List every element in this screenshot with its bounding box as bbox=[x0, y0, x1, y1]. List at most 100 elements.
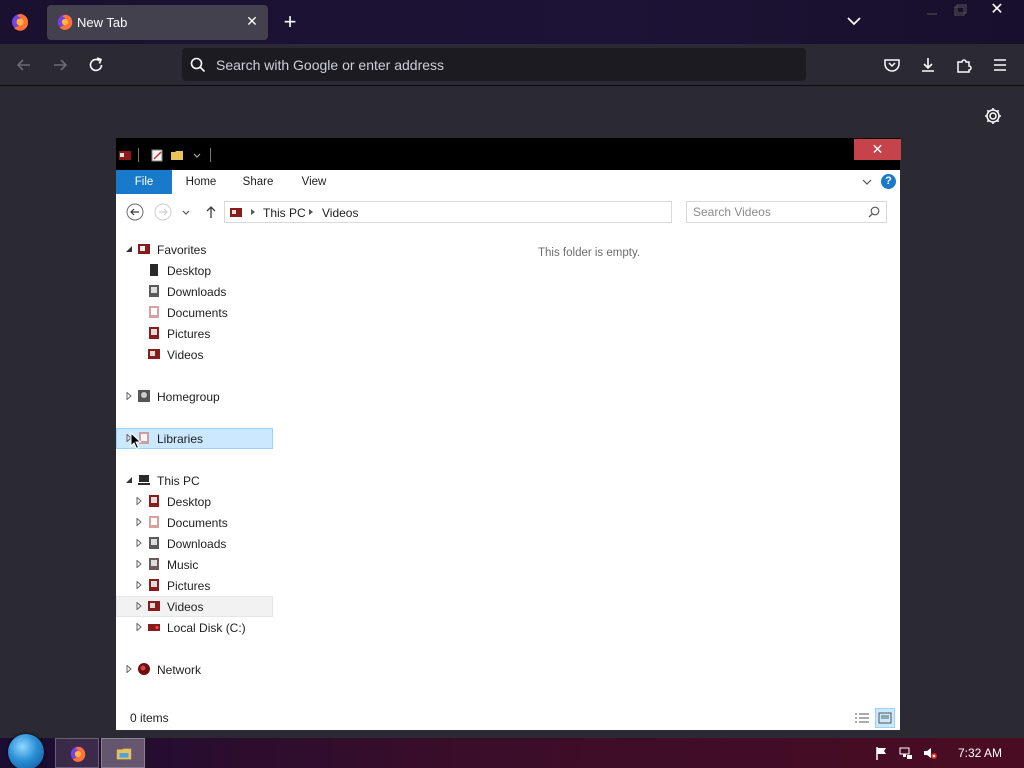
large-icons-view-button[interactable] bbox=[875, 708, 895, 728]
desktop-icon bbox=[150, 264, 158, 276]
tree-item-homegroup[interactable]: Homegroup bbox=[116, 386, 273, 407]
search-icon[interactable] bbox=[868, 206, 880, 218]
explorer-search-input[interactable] bbox=[693, 202, 863, 222]
ribbon-tab-file[interactable]: File bbox=[116, 170, 172, 194]
taskbar-file-explorer-button[interactable] bbox=[101, 738, 145, 768]
file-explorer-icon bbox=[116, 748, 132, 760]
explorer-content: Favorites Desktop Downloads Documents Pi… bbox=[116, 230, 900, 706]
ribbon-tabs: File Home Share View ? bbox=[116, 170, 900, 194]
tree-item-pc-local-disk[interactable]: Local Disk (C:) bbox=[116, 617, 273, 638]
explorer-forward-icon[interactable] bbox=[154, 203, 172, 221]
window-close-icon[interactable]: ✕ bbox=[989, 1, 1005, 19]
network-status-icon[interactable] bbox=[898, 745, 914, 761]
tree-item-network[interactable]: Network bbox=[116, 659, 273, 680]
new-tab-button[interactable]: + bbox=[280, 10, 300, 34]
collapsed-chevron-icon[interactable] bbox=[135, 560, 143, 568]
tree-label: Network bbox=[157, 663, 202, 677]
downloads-icon[interactable] bbox=[918, 55, 938, 75]
qat-separator bbox=[210, 148, 211, 162]
pictures-folder-icon bbox=[149, 579, 159, 591]
explorer-address-row: This PC Videos bbox=[116, 194, 900, 230]
collapsed-chevron-icon[interactable] bbox=[135, 518, 143, 526]
hamburger-menu-icon[interactable] bbox=[990, 55, 1010, 75]
properties-icon[interactable] bbox=[150, 148, 164, 162]
tree-item-pc-desktop[interactable]: Desktop bbox=[116, 491, 273, 512]
collapsed-chevron-icon[interactable] bbox=[125, 665, 133, 673]
back-arrow-icon[interactable] bbox=[14, 55, 34, 75]
start-button[interactable] bbox=[8, 734, 44, 768]
tree-item-pc-pictures[interactable]: Pictures bbox=[116, 575, 273, 596]
tree-label: Videos bbox=[167, 600, 204, 614]
breadcrumb-videos[interactable]: Videos bbox=[322, 206, 358, 220]
window-minimize-icon[interactable] bbox=[925, 4, 939, 18]
tree-label: Pictures bbox=[167, 327, 211, 341]
tree-item-pc-videos[interactable]: Videos bbox=[116, 596, 273, 617]
breadcrumb-separator-icon[interactable] bbox=[307, 208, 315, 216]
address-bar[interactable]: This PC Videos bbox=[224, 201, 772, 223]
explorer-back-icon[interactable] bbox=[126, 203, 144, 221]
action-center-flag-icon[interactable] bbox=[874, 745, 890, 761]
tree-item-favorites-downloads[interactable]: Downloads bbox=[116, 281, 273, 302]
volume-muted-icon[interactable] bbox=[922, 745, 938, 761]
up-arrow-icon[interactable] bbox=[202, 203, 220, 221]
firefox-menu-icon[interactable] bbox=[10, 12, 30, 32]
firefox-tab-icon bbox=[57, 14, 73, 30]
explorer-search-box[interactable] bbox=[686, 201, 887, 223]
reload-icon[interactable] bbox=[86, 55, 106, 75]
ribbon-tab-view[interactable]: View bbox=[296, 170, 332, 194]
taskbar-firefox-button[interactable] bbox=[55, 738, 99, 768]
tree-label: This PC bbox=[157, 474, 200, 488]
collapsed-chevron-icon[interactable] bbox=[135, 497, 143, 505]
this-pc-breadcrumb-icon bbox=[230, 208, 242, 217]
ribbon-tab-share[interactable]: Share bbox=[238, 170, 278, 194]
tab-close-icon[interactable]: ✕ bbox=[243, 12, 261, 30]
tree-item-pc-documents[interactable]: Documents bbox=[116, 512, 273, 533]
collapsed-chevron-icon[interactable] bbox=[135, 623, 143, 631]
tree-item-this-pc[interactable]: This PC bbox=[116, 470, 273, 491]
tree-item-favorites-videos[interactable]: Videos bbox=[116, 344, 273, 365]
recent-locations-chevron-icon[interactable] bbox=[180, 203, 192, 221]
search-icon bbox=[190, 57, 206, 73]
forward-arrow-icon[interactable] bbox=[50, 55, 70, 75]
breadcrumb-separator-icon[interactable] bbox=[249, 208, 257, 216]
details-view-icon[interactable] bbox=[852, 708, 872, 728]
breadcrumb-this-pc[interactable]: This PC bbox=[263, 206, 306, 220]
tree-label: Desktop bbox=[167, 495, 212, 509]
window-maximize-icon[interactable] bbox=[953, 4, 967, 18]
mouse-cursor-icon bbox=[130, 432, 142, 450]
tab-list-chevron-icon[interactable] bbox=[845, 12, 863, 30]
pocket-icon[interactable] bbox=[882, 55, 902, 75]
new-tab-settings-gear-icon[interactable] bbox=[983, 106, 1003, 126]
tree-item-pc-music[interactable]: Music bbox=[116, 554, 273, 575]
collapsed-chevron-icon[interactable] bbox=[135, 581, 143, 589]
network-globe-icon bbox=[138, 663, 150, 675]
expand-ribbon-chevron-icon[interactable] bbox=[861, 176, 873, 188]
tree-item-favorites-pictures[interactable]: Pictures bbox=[116, 323, 273, 344]
expanded-chevron-icon[interactable] bbox=[125, 476, 133, 484]
system-clock[interactable]: 7:32 AM bbox=[958, 746, 1002, 760]
help-icon[interactable]: ? bbox=[881, 174, 896, 189]
tree-item-favorites-documents[interactable]: Documents bbox=[116, 302, 273, 323]
collapsed-chevron-icon[interactable] bbox=[125, 392, 133, 400]
new-folder-icon[interactable] bbox=[170, 148, 184, 162]
ribbon-tab-home[interactable]: Home bbox=[180, 170, 222, 194]
qat-dropdown-icon[interactable] bbox=[192, 148, 202, 162]
tree-label: Downloads bbox=[167, 285, 227, 299]
tree-item-favorites-desktop[interactable]: Desktop bbox=[116, 260, 273, 281]
explorer-title-bar: ✕ bbox=[116, 138, 901, 170]
tree-item-favorites[interactable]: Favorites bbox=[116, 239, 273, 260]
collapsed-chevron-icon[interactable] bbox=[135, 602, 143, 610]
downloads-folder-icon bbox=[149, 285, 159, 297]
tab-new-tab[interactable]: New Tab ✕ bbox=[47, 5, 268, 40]
browser-toolbar bbox=[0, 44, 1024, 86]
tree-item-pc-downloads[interactable]: Downloads bbox=[116, 533, 273, 554]
collapsed-chevron-icon[interactable] bbox=[135, 539, 143, 547]
url-bar[interactable] bbox=[182, 48, 806, 81]
url-input[interactable] bbox=[216, 48, 786, 81]
explorer-close-button[interactable]: ✕ bbox=[854, 139, 901, 160]
extensions-puzzle-icon[interactable] bbox=[954, 55, 974, 75]
tab-title: New Tab bbox=[77, 15, 128, 30]
expanded-chevron-icon[interactable] bbox=[125, 245, 133, 253]
tree-label: Videos bbox=[167, 348, 204, 362]
favorites-icon bbox=[138, 244, 150, 254]
